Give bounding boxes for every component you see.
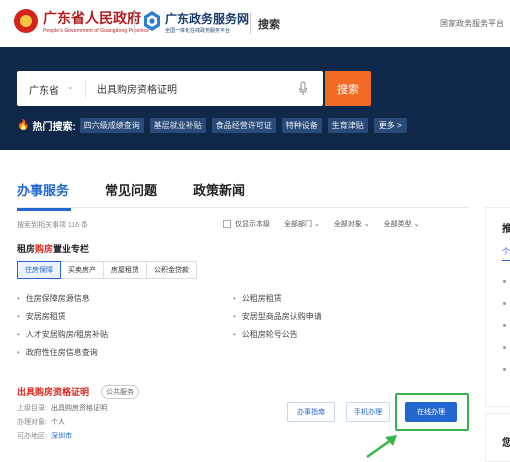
result-region-label: 可办地区:: [17, 433, 47, 440]
list-bullet: [503, 302, 506, 305]
gov-title[interactable]: 广东省人民政府: [43, 8, 141, 28]
list-bullet: [503, 280, 506, 283]
tab-policy-news[interactable]: 政策新闻: [193, 180, 245, 205]
tab-services[interactable]: 办事服务: [17, 180, 72, 211]
list-bullet: [503, 324, 506, 327]
zone-title-highlight: 购房: [35, 244, 54, 254]
service-logo-icon: [144, 11, 160, 31]
subtab-property-trade[interactable]: 买卖房产: [60, 261, 104, 279]
result-filters: 仅显示本级 全部部门 ⌄ 全部对象 ⌄ 全部类型 ⌄: [223, 219, 419, 229]
hot-search-row: 🔥 热门搜索: 四六级成绩查询 基层就业补贴 食品经营许可证 特种设备 生育津贴…: [17, 117, 407, 133]
national-emblem-icon: [14, 9, 38, 33]
zone-link[interactable]: 安居型商品房认购申请: [233, 311, 322, 322]
result-catalog: 上级目录: 出具购房资格证明: [17, 403, 107, 413]
recommend-tab-underline: [502, 260, 510, 261]
local-only-label[interactable]: 仅显示本级: [235, 219, 270, 229]
result-region: 可办地区: 深圳市: [17, 431, 72, 441]
hot-search-label: 热门搜索:: [32, 121, 76, 133]
zone-link[interactable]: 政府性住房信息查询: [17, 347, 98, 358]
header-divider: [134, 12, 135, 34]
search-button[interactable]: 搜索: [325, 71, 371, 106]
zone-link[interactable]: 安居房租赁: [17, 311, 66, 322]
service-subtitle: 全国一体化在线政务服务平台: [165, 28, 231, 34]
dept-filter[interactable]: 全部部门 ⌄: [284, 219, 320, 229]
subtab-housing-security[interactable]: 住房保障: [17, 261, 61, 279]
list-bullet: [503, 346, 506, 349]
zone-link[interactable]: 住房保障房源信息: [17, 293, 90, 304]
result-target-value: 个人: [50, 419, 65, 426]
recommend-panel-title: 推: [502, 224, 510, 235]
result-count: 搜索到相关事项 116 条: [17, 222, 89, 229]
target-filter-label: 全部对象: [333, 221, 362, 228]
type-filter[interactable]: 全部类型 ⌄: [384, 219, 420, 229]
service-guide-button[interactable]: 办事指南: [287, 402, 335, 422]
hot-search-chip[interactable]: 基层就业补贴: [149, 117, 206, 133]
secondary-panel: 您: [485, 413, 510, 462]
service-title[interactable]: 广东政务服务网: [165, 10, 249, 27]
search-banner: 广东省 ⌄ 搜索 🔥 热门搜索: 四六级成绩查询 基层就业补贴 食品经营许可证 …: [0, 47, 510, 150]
recommend-panel: 推 个: [485, 207, 510, 407]
hot-search-chip[interactable]: 特种设备: [281, 117, 322, 133]
subtab-provident-fund[interactable]: 公积金贷款: [146, 261, 197, 279]
result-target: 办理对象: 个人: [17, 417, 65, 427]
site-header: 广东省人民政府 People's Government of Guangdong…: [0, 0, 510, 47]
zone-link[interactable]: 公租房租赁: [233, 293, 282, 304]
online-handle-button[interactable]: 在线办理: [405, 402, 457, 422]
zone-link[interactable]: 公租房轮号公告: [233, 329, 298, 340]
zone-title-suffix: 置业专栏: [53, 244, 90, 254]
fire-icon: 🔥: [17, 119, 30, 131]
region-select[interactable]: 广东省: [29, 82, 59, 97]
dept-filter-label: 全部部门: [284, 221, 312, 228]
local-only-checkbox[interactable]: [223, 220, 231, 228]
main-content: 办事服务 常见问题 政策新闻 搜索到相关事项 116 条 仅显示本级 全部部门 …: [0, 150, 510, 462]
zone-title: 租房购房置业专栏: [17, 242, 89, 255]
recommend-panel-tab[interactable]: 个: [502, 246, 510, 257]
mobile-handle-button[interactable]: 手机办理: [346, 402, 390, 422]
tab-faq[interactable]: 常见问题: [105, 180, 157, 205]
result-target-label: 办理对象:: [17, 419, 47, 426]
search-box: 广东省 ⌄: [17, 71, 323, 106]
search-page-label: 搜索: [258, 19, 280, 31]
tabs-divider: [17, 207, 469, 208]
national-platform-link[interactable]: 国家政务服务平台: [440, 18, 504, 29]
hot-search-chip[interactable]: 食品经营许可证: [211, 117, 276, 133]
result-item-badge: 公共服务: [101, 385, 139, 399]
result-item-title[interactable]: 出具购房资格证明: [17, 385, 89, 398]
zone-link[interactable]: 人才安居购房/租房补贴: [17, 329, 108, 340]
subtab-rental[interactable]: 房屋租赁: [103, 261, 147, 279]
zone-subtabs: 住房保障 买卖房产 房屋租赁 公积金贷款: [17, 261, 197, 279]
microphone-icon[interactable]: [298, 81, 308, 96]
pointer-arrow-icon: [366, 435, 397, 459]
secondary-panel-title: 您: [502, 438, 510, 449]
search-divider: [85, 79, 86, 98]
list-bullet: [503, 368, 506, 371]
zone-title-prefix: 租房: [17, 244, 36, 254]
result-tabs: 办事服务 常见问题 政策新闻: [17, 180, 281, 211]
hot-search-chip[interactable]: 生育津贴: [327, 117, 368, 133]
result-catalog-value: 出具购房资格证明: [50, 405, 107, 412]
hot-search-chip[interactable]: 四六级成绩查询: [79, 117, 144, 133]
result-region-value[interactable]: 深圳市: [51, 433, 72, 440]
type-filter-label: 全部类型: [383, 221, 412, 228]
header-divider: [250, 12, 251, 34]
search-input[interactable]: [97, 71, 297, 106]
result-catalog-label: 上级目录:: [17, 405, 47, 412]
more-hot-search-button[interactable]: 更多 >: [373, 117, 407, 133]
chevron-down-icon[interactable]: ⌄: [67, 82, 74, 91]
target-filter[interactable]: 全部对象 ⌄: [334, 219, 370, 229]
